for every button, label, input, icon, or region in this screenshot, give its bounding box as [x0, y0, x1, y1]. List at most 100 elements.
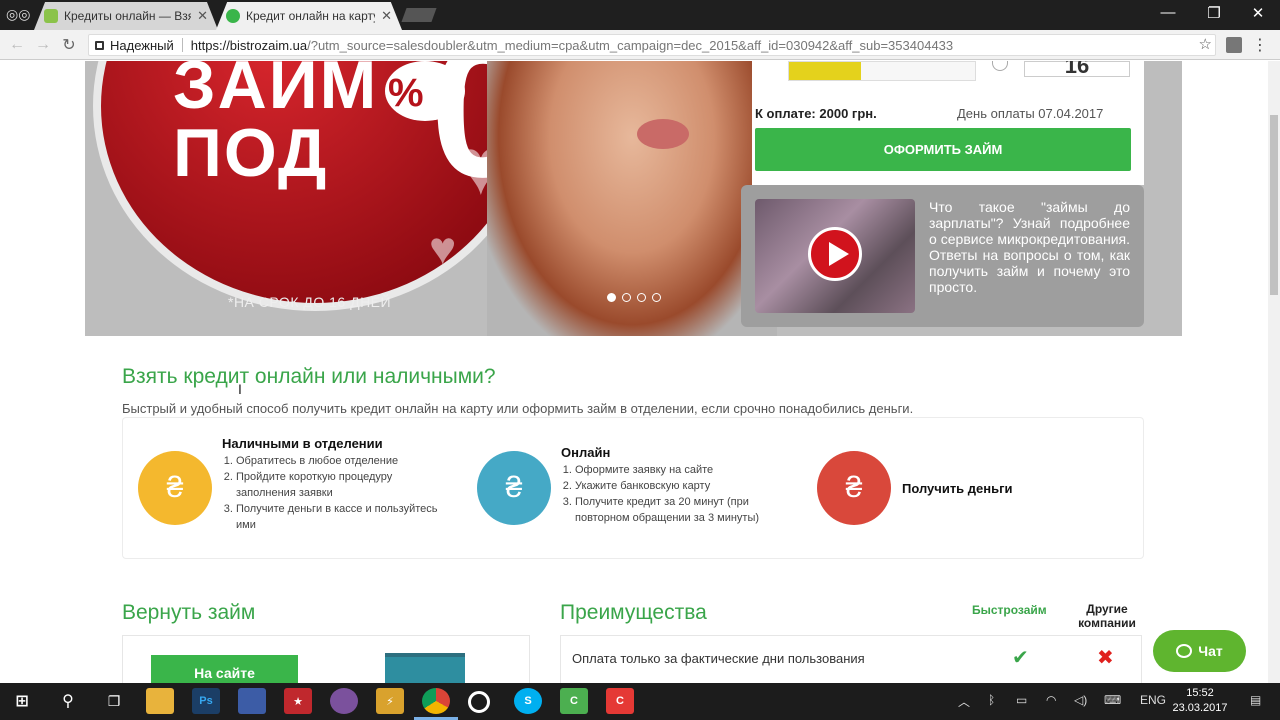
chat-label: Чат	[1198, 643, 1223, 659]
file-explorer-icon[interactable]	[146, 688, 174, 714]
browser-tab-bar: ◎◎ Кредиты онлайн — Взять ✕ Кредит онлай…	[0, 0, 1280, 30]
method-cash: Наличными в отделении Обратитесь в любое…	[222, 436, 452, 533]
days-field[interactable]: 16	[1024, 61, 1130, 77]
scrollbar-thumb[interactable]	[1270, 115, 1278, 295]
language-indicator[interactable]: ENG	[1140, 693, 1166, 707]
reload-icon[interactable]: ↻	[56, 35, 82, 55]
method-step: Обратитесь в любое отделение	[236, 453, 452, 469]
play-icon[interactable]	[808, 227, 862, 281]
close-tab-icon[interactable]: ✕	[381, 8, 392, 24]
hero-photo-detail	[637, 119, 689, 149]
section-title-advantages: Преимущества	[560, 601, 707, 624]
section-title-how: Взять кредит онлайн или наличными?	[122, 365, 496, 388]
video-description: Что такое "займы до зарплаты"? Узнай под…	[929, 199, 1130, 295]
url-host: https://bistrozaim.ua	[190, 37, 308, 53]
tab-title: Кредиты онлайн — Взять	[64, 9, 192, 23]
method-step: Оформите заявку на сайте	[575, 462, 791, 478]
secure-label: Надежный	[110, 37, 174, 53]
method-online: Онлайн Оформите заявку на сайте Укажите …	[561, 445, 791, 526]
amount-slider[interactable]	[788, 61, 976, 81]
url-bar[interactable]: Надежный https://bistrozaim.ua /?utm_sou…	[88, 34, 1216, 56]
tab-credits[interactable]: Кредиты онлайн — Взять ✕	[34, 2, 218, 30]
url-path: /?utm_source=salesdoubler&utm_medium=cpa…	[307, 37, 954, 53]
page-scrollbar[interactable]	[1268, 61, 1280, 683]
chat-bubble-icon	[1176, 644, 1193, 658]
bookmark-star-icon[interactable]: ☆	[1199, 35, 1212, 53]
method-step: Получите деньги в кассе и пользуйтесь им…	[236, 501, 452, 533]
cross-icon: ✖	[1097, 647, 1114, 669]
apply-loan-button[interactable]: ОФОРМИТЬ ЗАЙМ	[755, 128, 1131, 171]
slide-dot[interactable]	[637, 293, 646, 302]
forward-icon[interactable]: →	[30, 36, 56, 54]
tab-bistrozaim[interactable]: Кредит онлайн на карту ✕	[216, 2, 402, 30]
bluetooth-icon[interactable]: ᛒ	[988, 693, 995, 707]
slide-dot[interactable]	[607, 293, 616, 302]
extension-icon[interactable]	[1226, 37, 1242, 53]
web-page: ЗАЙМ ПОД 0 % ♥ ♥ *НА СРОК ДО 16 ДНЕЙ 16	[0, 61, 1268, 683]
browser-menu-icon[interactable]: ⋮	[1252, 35, 1268, 55]
wifi-icon[interactable]: ◠	[1046, 693, 1056, 707]
task-view-icon[interactable]: ❐	[100, 688, 128, 714]
promo-line1: ЗАЙМ	[173, 61, 379, 123]
text-cursor-icon: I	[238, 381, 242, 397]
cash-icon: ₴	[138, 451, 212, 525]
method-get-money[interactable]: Получить деньги	[902, 481, 1013, 498]
slide-dot[interactable]	[622, 293, 631, 302]
wallet-icon: ₴	[817, 451, 891, 525]
search-icon[interactable]: ⚲	[54, 688, 82, 714]
photoshop-icon[interactable]: Ps	[192, 688, 220, 714]
to-pay: К оплате: 2000 грн.	[755, 106, 877, 121]
screen: ◎◎ Кредиты онлайн — Взять ✕ Кредит онлай…	[0, 0, 1280, 720]
back-icon[interactable]: ←	[4, 36, 30, 54]
clock-date: 23.03.2017	[1172, 702, 1228, 714]
terminal-image	[385, 653, 465, 683]
promo-headline: ЗАЙМ ПОД	[173, 61, 378, 187]
keyboard-icon[interactable]: ⌨	[1104, 693, 1121, 707]
chrome-icon[interactable]	[422, 688, 450, 714]
address-toolbar: ← → ↻ Надежный https://bistrozaim.ua /?u…	[0, 30, 1280, 60]
favicon-icon	[44, 9, 58, 23]
system-clock[interactable]: 15:52 23.03.2017	[1168, 686, 1232, 716]
tray-expand-icon[interactable]: ︿	[958, 693, 970, 710]
tab-title: Кредит онлайн на карту	[246, 9, 376, 23]
close-tab-icon[interactable]: ✕	[197, 8, 208, 24]
winamp-icon[interactable]: ⚡	[376, 688, 404, 714]
method-step: Получите кредит за 20 минут (при повторн…	[575, 494, 791, 526]
minimize-icon[interactable]: —	[1146, 4, 1190, 21]
method-heading: Получить деньги	[902, 481, 1013, 496]
amount-slider-fill	[789, 62, 861, 80]
to-pay-label: К оплате:	[755, 106, 816, 121]
percent-sign: %	[388, 71, 424, 115]
volume-icon[interactable]: ◁)	[1074, 693, 1087, 707]
camtasia-recorder-icon[interactable]: C	[606, 688, 634, 714]
filmora-icon[interactable]: ★	[284, 688, 312, 714]
section-title-repay: Вернуть займ	[122, 601, 256, 624]
slider-dots	[607, 293, 661, 302]
check-icon: ✔	[1012, 647, 1029, 669]
close-window-icon[interactable]: ✕	[1236, 4, 1280, 22]
method-heading: Онлайн	[561, 445, 611, 460]
camtasia-icon[interactable]: C	[560, 688, 588, 714]
save-app-icon[interactable]	[238, 688, 266, 714]
new-tab-button[interactable]	[401, 8, 437, 22]
notifications-icon[interactable]: ▤	[1250, 693, 1261, 707]
column-header-others: Другие компании	[1078, 602, 1136, 630]
viber-icon[interactable]	[330, 688, 358, 714]
advantage-text: Оплата только за фактические дни пользов…	[572, 651, 865, 666]
lock-icon	[95, 40, 104, 50]
battery-icon[interactable]: ▭	[1016, 693, 1027, 707]
slide-dot[interactable]	[652, 293, 661, 302]
skype-icon[interactable]: S	[514, 688, 542, 714]
chat-button[interactable]: Чат	[1153, 630, 1246, 672]
heart-icon: ♥	[429, 222, 457, 274]
repay-onsite-button[interactable]: На сайте	[151, 655, 298, 683]
promo-line2: ПОД	[173, 115, 329, 191]
divider	[181, 38, 183, 52]
clock-time: 15:52	[1186, 687, 1214, 699]
maximize-icon[interactable]: ❐	[1192, 4, 1236, 22]
opera-icon[interactable]	[468, 691, 490, 713]
method-step: Пройдите короткую процедуру заполнения з…	[236, 469, 452, 501]
windows-start-icon[interactable]: ⊞	[8, 688, 36, 714]
laptop-icon: ₴	[477, 451, 551, 525]
method-step: Укажите банковскую карту	[575, 478, 791, 494]
